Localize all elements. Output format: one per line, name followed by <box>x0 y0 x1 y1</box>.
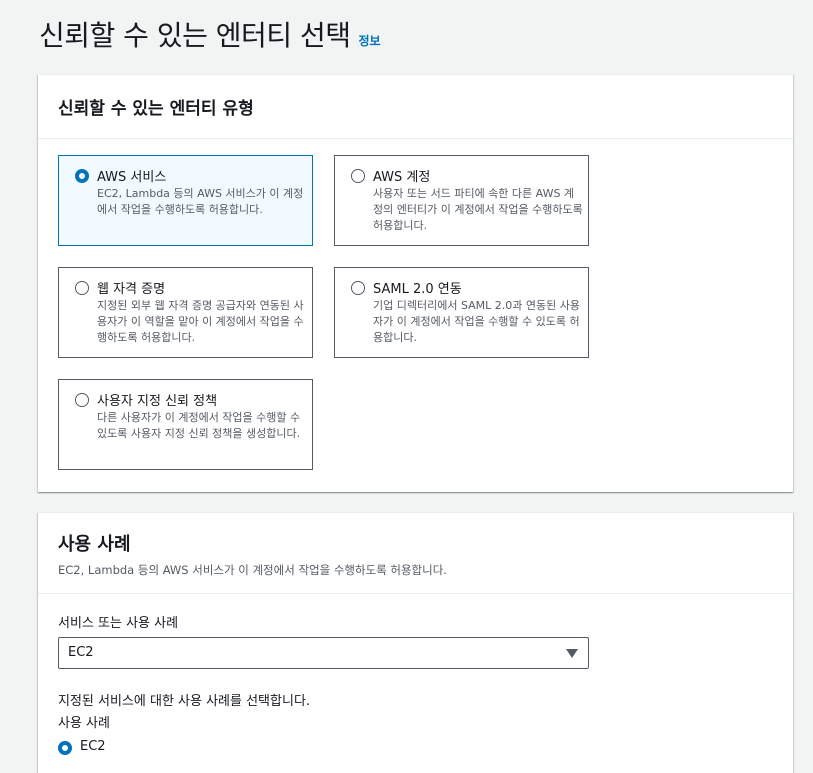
radio-saml-federation[interactable] <box>351 281 365 295</box>
tile-desc: 기업 디렉터리에서 SAML 2.0과 연동된 사용자가 이 계정에서 작업을 … <box>373 299 580 344</box>
tile-aws-service[interactable]: AWS 서비스 EC2, Lambda 등의 AWS 서비스가 이 계정에서 작… <box>58 155 313 246</box>
radio-use-case-ec2[interactable] <box>58 741 72 755</box>
use-case-panel: 사용 사례 EC2, Lambda 등의 AWS 서비스가 이 계정에서 작업을… <box>38 512 793 773</box>
tile-saml-federation[interactable]: SAML 2.0 연동 기업 디렉터리에서 SAML 2.0과 연동된 사용자가… <box>334 267 589 358</box>
service-select[interactable]: EC2 <box>58 637 589 669</box>
tile-title: AWS 서비스 <box>97 170 167 185</box>
trusted-entity-panel-title: 신뢰할 수 있는 엔터티 유형 <box>58 99 254 119</box>
tile-web-identity[interactable]: 웹 자격 증명 지정된 외부 웹 자격 증명 공급자와 연동된 사용자가 이 역… <box>58 267 313 358</box>
use-case-panel-desc: EC2, Lambda 등의 AWS 서비스가 이 계정에서 작업을 수행하도록… <box>58 563 447 577</box>
tile-title: 사용자 지정 신뢰 정책 <box>97 394 218 409</box>
tile-title: SAML 2.0 연동 <box>373 282 462 297</box>
info-link[interactable]: 정보 <box>358 32 380 49</box>
tile-desc: 다른 사용자가 이 계정에서 작업을 수행할 수 있도록 사용자 지정 신뢰 정… <box>97 411 301 440</box>
tile-desc: 지정된 외부 웹 자격 증명 공급자와 연동된 사용자가 이 역할을 맡아 이 … <box>97 299 304 344</box>
tile-desc: EC2, Lambda 등의 AWS 서비스가 이 계정에서 작업을 수행하도록… <box>97 187 304 216</box>
use-case-panel-header: 사용 사례 EC2, Lambda 등의 AWS 서비스가 이 계정에서 작업을… <box>38 513 793 594</box>
tile-custom-trust-policy[interactable]: 사용자 지정 신뢰 정책 다른 사용자가 이 계정에서 작업을 수행할 수 있도… <box>58 379 313 470</box>
page-header: 신뢰할 수 있는 엔터티 선택 정보 <box>39 14 381 54</box>
radio-aws-account[interactable] <box>351 169 365 183</box>
use-case-field-label: 사용 사례 <box>58 716 110 731</box>
tile-aws-account[interactable]: AWS 계정 사용자 또는 서드 파티에 속한 다른 AWS 계정의 엔터티가 … <box>334 155 589 246</box>
caret-down-icon <box>566 649 578 658</box>
use-case-panel-title: 사용 사례 <box>58 534 131 555</box>
trusted-entity-panel: 신뢰할 수 있는 엔터티 유형 AWS 서비스 EC2, Lambda 등의 A… <box>38 74 793 492</box>
service-select-value: EC2 <box>68 645 94 660</box>
trusted-entity-panel-header: 신뢰할 수 있는 엔터티 유형 <box>38 75 793 139</box>
tile-desc: 사용자 또는 서드 파티에 속한 다른 AWS 계정의 엔터티가 이 계정에서 … <box>373 187 583 232</box>
tile-title: 웹 자격 증명 <box>97 282 166 297</box>
radio-use-case-ec2-label: EC2 <box>80 739 106 754</box>
tile-title: AWS 계정 <box>373 170 431 185</box>
page-title: 신뢰할 수 있는 엔터티 선택 <box>39 19 351 52</box>
radio-custom-trust-policy[interactable] <box>75 393 89 407</box>
use-case-hint: 지정된 서비스에 대한 사용 사례를 선택합니다. <box>58 694 311 709</box>
radio-aws-service[interactable] <box>75 169 89 183</box>
service-field-label: 서비스 또는 사용 사례 <box>58 616 179 631</box>
radio-web-identity[interactable] <box>75 281 89 295</box>
